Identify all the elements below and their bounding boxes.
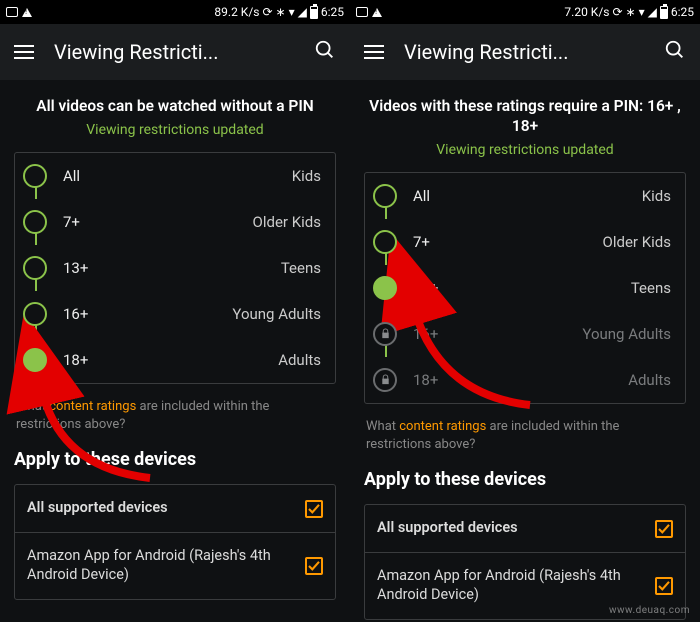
tier-label: 18+: [63, 351, 278, 369]
wifi-icon: ▾: [639, 5, 645, 19]
bluetooth-icon: ∗: [276, 5, 286, 19]
status-bar: 7.20 K/s ⟳ ∗ ▾ ◢ 6:25: [350, 0, 700, 24]
footnote: What content ratings are included within…: [350, 404, 700, 465]
warning-icon: [22, 8, 32, 17]
content-ratings-link[interactable]: content ratings: [49, 399, 136, 414]
tier-13plus[interactable]: 13+ Teens: [15, 245, 335, 291]
tier-category: Teens: [281, 259, 321, 277]
device-label: All supported devices: [377, 519, 645, 538]
tier-16plus[interactable]: 16+ Young Adults: [15, 291, 335, 337]
lock-icon: [373, 368, 397, 392]
headline: All videos can be watched without a PIN: [0, 96, 350, 116]
tier-category: Older Kids: [253, 213, 321, 231]
page-title: Viewing Restricti...: [404, 40, 644, 64]
device-label: Amazon App for Android (Rajesh's 4th And…: [27, 547, 295, 585]
device-all[interactable]: All supported devices: [15, 485, 335, 532]
section-apply-devices: Apply to these devices: [0, 445, 350, 484]
menu-icon[interactable]: [14, 45, 34, 59]
tier-18plus[interactable]: 18+ Adults: [15, 337, 335, 383]
checkbox-icon[interactable]: [305, 557, 323, 575]
tier-category: Adults: [628, 371, 671, 389]
device-label: All supported devices: [27, 499, 295, 518]
tier-13plus[interactable]: 13+ Teens: [365, 265, 685, 311]
device-list: All supported devices Amazon App for And…: [14, 484, 336, 600]
checkbox-icon[interactable]: [655, 520, 673, 538]
rating-tier-list: All Kids 7+ Older Kids 13+ Teens 16+ You…: [14, 152, 336, 384]
signal-icon: ◢: [648, 5, 657, 19]
content-ratings-link[interactable]: content ratings: [399, 419, 486, 434]
tier-label: 7+: [63, 213, 253, 231]
net-speed: 7.20 K/s: [564, 5, 609, 19]
battery-icon: [310, 6, 318, 19]
checkbox-icon[interactable]: [305, 500, 323, 518]
checkbox-icon[interactable]: [655, 577, 673, 595]
status-bar: 89.2 K/s ⟳ ∗ ▾ ◢ 6:25: [0, 0, 350, 24]
status-updated: Viewing restrictions updated: [0, 122, 350, 138]
tier-7plus[interactable]: 7+ Older Kids: [365, 219, 685, 265]
status-updated: Viewing restrictions updated: [350, 142, 700, 158]
menu-icon[interactable]: [364, 45, 384, 59]
tier-category: Adults: [278, 351, 321, 369]
tier-label: 16+: [63, 305, 232, 323]
tier-label: 18+: [413, 371, 628, 389]
device-item[interactable]: Amazon App for Android (Rajesh's 4th And…: [15, 532, 335, 599]
headline: Videos with these ratings require a PIN:…: [350, 96, 700, 136]
app-bar: Viewing Restricti...: [0, 24, 350, 80]
clock: 6:25: [321, 5, 344, 19]
tier-label: 13+: [413, 279, 631, 297]
tier-label: All: [63, 167, 292, 185]
tier-category: Teens: [631, 279, 671, 297]
app-bar: Viewing Restricti...: [350, 24, 700, 80]
device-all[interactable]: All supported devices: [365, 505, 685, 552]
device-list: All supported devices Amazon App for And…: [364, 504, 686, 620]
tier-label: All: [413, 187, 642, 205]
image-icon: [6, 7, 18, 17]
refresh-icon: ⟳: [612, 5, 622, 19]
wifi-icon: ▾: [289, 5, 295, 19]
section-apply-devices: Apply to these devices: [350, 465, 700, 504]
net-speed: 89.2 K/s: [214, 5, 259, 19]
tier-category: Older Kids: [603, 233, 671, 251]
clock: 6:25: [671, 5, 694, 19]
lock-icon: [373, 322, 397, 346]
tier-category: Kids: [292, 167, 321, 185]
tier-16plus[interactable]: 16+ Young Adults: [365, 311, 685, 357]
tier-label: 13+: [63, 259, 281, 277]
warning-icon: [372, 8, 382, 17]
signal-icon: ◢: [298, 5, 307, 19]
watermark: www.deuaq.com: [609, 605, 690, 616]
tier-category: Young Adults: [232, 305, 321, 323]
tier-label: 16+: [413, 325, 582, 343]
tier-7plus[interactable]: 7+ Older Kids: [15, 199, 335, 245]
tier-18plus[interactable]: 18+ Adults: [365, 357, 685, 403]
tier-all[interactable]: All Kids: [15, 153, 335, 199]
tier-all[interactable]: All Kids: [365, 173, 685, 219]
bluetooth-icon: ∗: [626, 5, 636, 19]
search-icon[interactable]: [664, 39, 686, 65]
footnote: What content ratings are included within…: [0, 384, 350, 445]
page-title: Viewing Restricti...: [54, 40, 294, 64]
device-label: Amazon App for Android (Rajesh's 4th And…: [377, 567, 645, 605]
tier-category: Young Adults: [582, 325, 671, 343]
tier-category: Kids: [642, 187, 671, 205]
battery-icon: [660, 6, 668, 19]
search-icon[interactable]: [314, 39, 336, 65]
refresh-icon: ⟳: [262, 5, 272, 19]
rating-tier-list: All Kids 7+ Older Kids 13+ Teens 16+ You…: [364, 172, 686, 404]
image-icon: [356, 7, 368, 17]
tier-label: 7+: [413, 233, 603, 251]
